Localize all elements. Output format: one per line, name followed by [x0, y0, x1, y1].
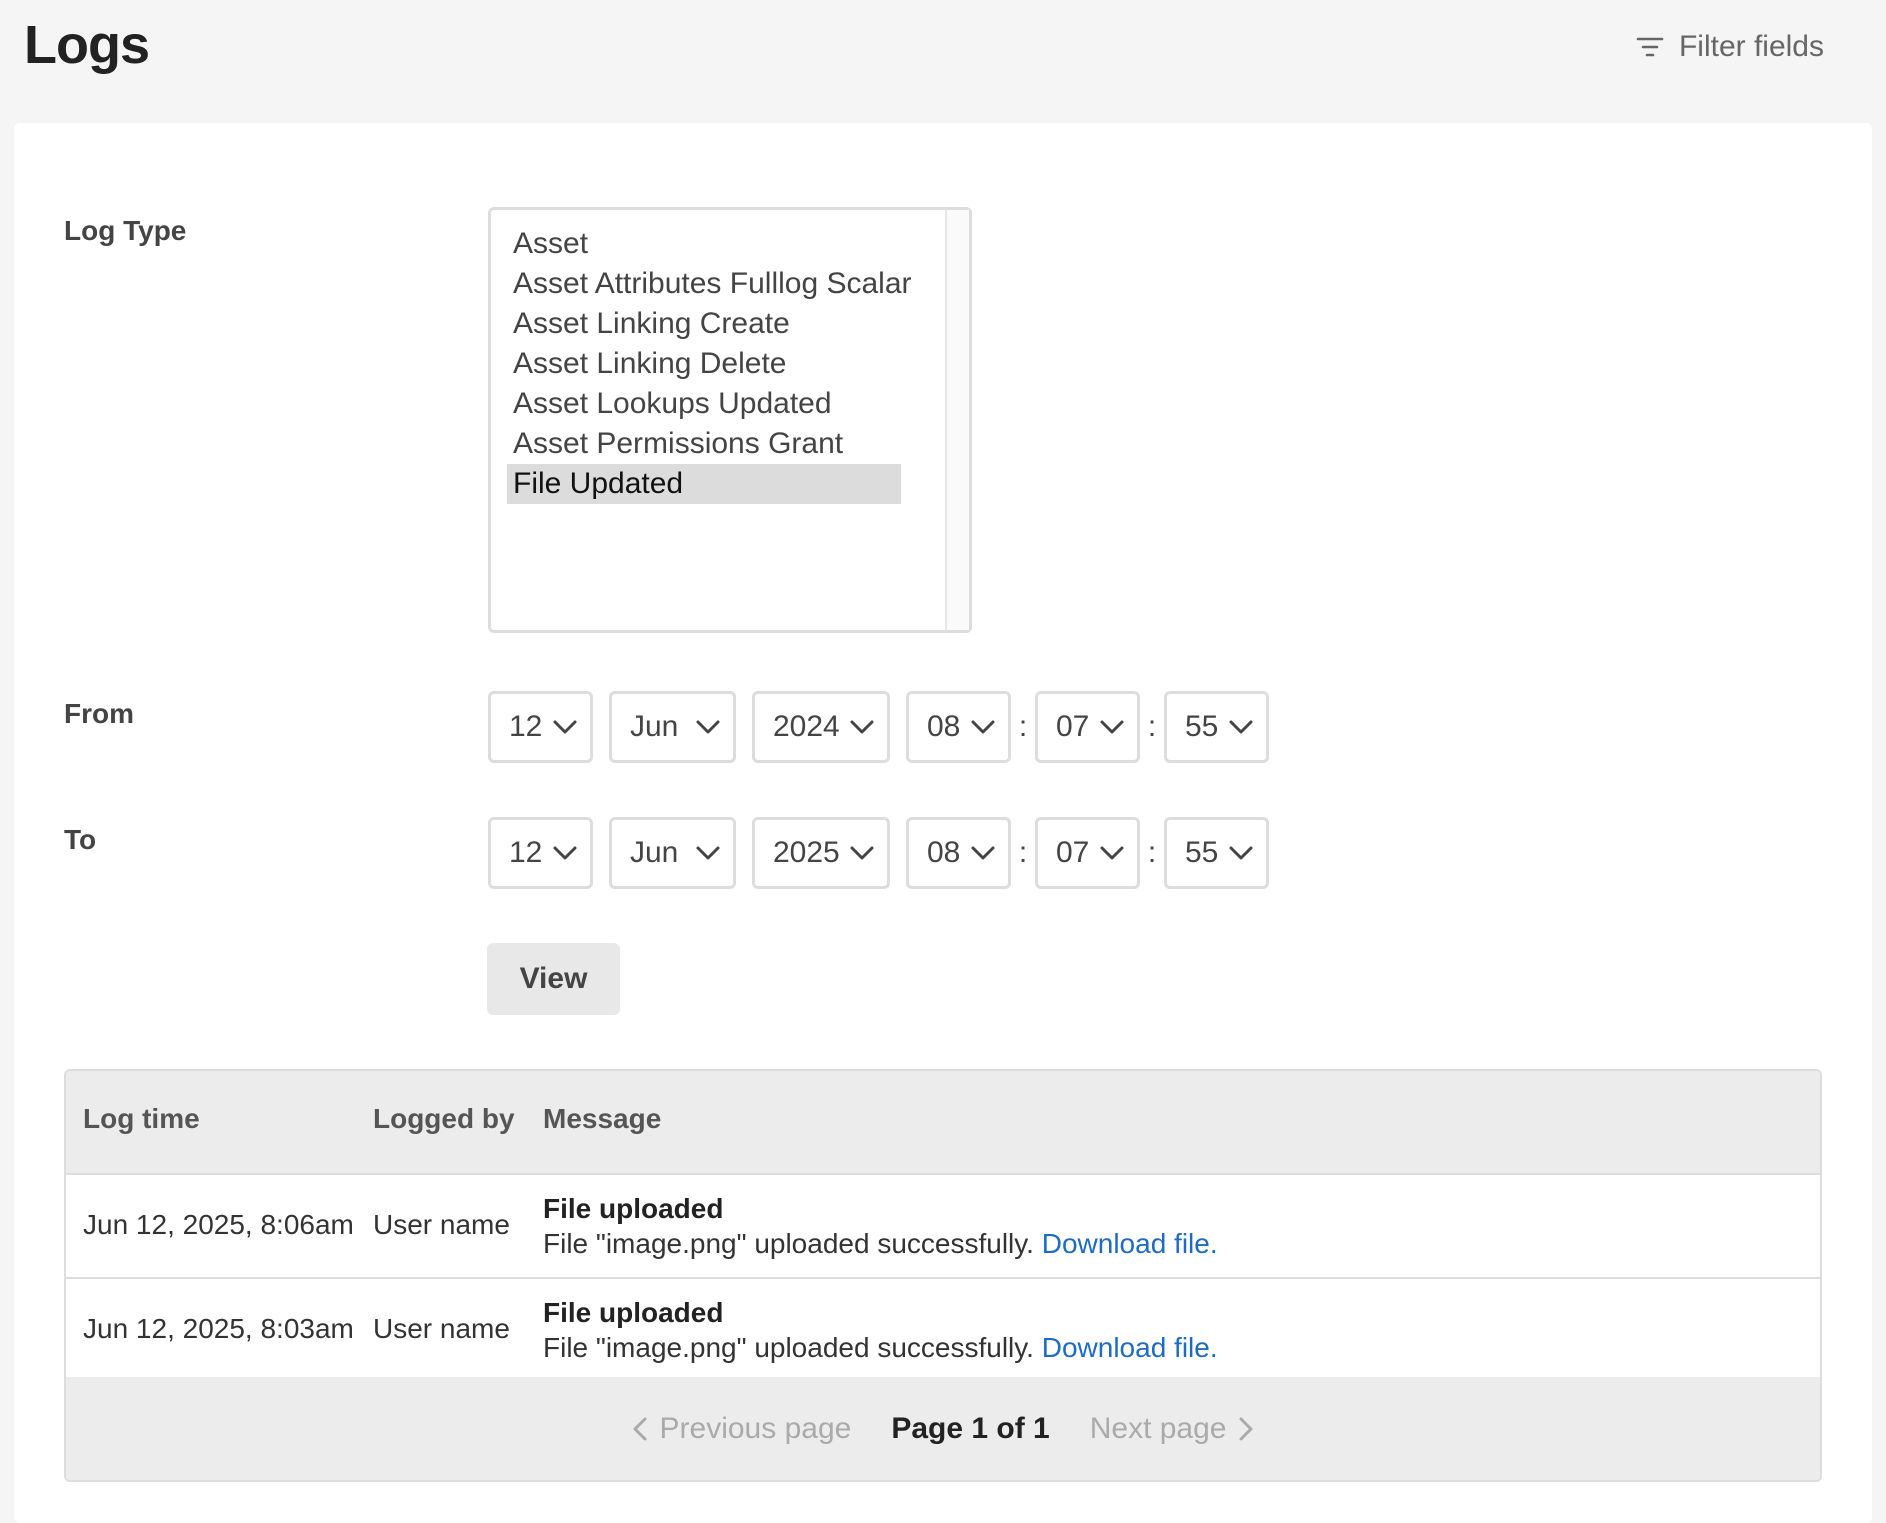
time-separator: :	[1018, 710, 1028, 743]
time-separator: :	[1018, 836, 1028, 869]
chevron-down-icon	[553, 720, 577, 734]
download-file-link[interactable]: Download file.	[1042, 1332, 1218, 1363]
from-month-value: Jun	[630, 710, 679, 743]
filter-fields-button[interactable]: Filter fields	[1635, 30, 1824, 64]
table-header: Log time Logged by Message	[66, 1071, 1820, 1175]
from-year-value: 2024	[773, 710, 840, 743]
from-day-value: 12	[509, 710, 543, 743]
to-year-select[interactable]: 2025	[752, 817, 890, 889]
table-row: Jun 12, 2025, 8:06am User name File uplo…	[66, 1175, 1820, 1279]
chevron-right-icon	[1239, 1417, 1253, 1440]
chevron-down-icon	[1229, 720, 1253, 734]
to-minute-value: 07	[1056, 836, 1090, 869]
download-file-link[interactable]: Download file.	[1042, 1228, 1218, 1259]
to-hour-value: 08	[927, 836, 961, 869]
log-type-option[interactable]: Asset Attributes Fulllog Scalar	[507, 264, 912, 304]
to-month-value: Jun	[630, 836, 679, 869]
chevron-down-icon	[696, 720, 720, 734]
log-type-option[interactable]: File Updated	[507, 464, 901, 504]
chevron-down-icon	[696, 846, 720, 860]
log-type-option[interactable]: Asset	[507, 224, 901, 264]
column-header-logged-by: Logged by	[373, 1103, 515, 1134]
from-datetime: 12 Jun 2024 08 : 07 : 55	[488, 691, 1269, 763]
log-type-option[interactable]: Asset Permissions Grant	[507, 424, 901, 464]
log-type-option[interactable]: Asset Linking Delete	[507, 344, 901, 384]
to-second-select[interactable]: 55	[1164, 817, 1269, 889]
column-header-log-time: Log time	[83, 1103, 200, 1134]
from-hour-value: 08	[927, 710, 961, 743]
from-second-select[interactable]: 55	[1164, 691, 1269, 763]
page-title: Logs	[24, 15, 150, 75]
previous-page-label: Previous page	[659, 1411, 852, 1445]
chevron-down-icon	[971, 846, 995, 860]
next-page-label: Next page	[1089, 1411, 1227, 1445]
message-cell: File uploaded File "image.png" uploaded …	[543, 1191, 1218, 1261]
table-row: Jun 12, 2025, 8:03am User name File uplo…	[66, 1279, 1820, 1383]
chevron-down-icon	[1100, 720, 1124, 734]
message-text: File "image.png" uploaded successfully.	[543, 1228, 1034, 1259]
log-type-label: Log Type	[64, 215, 187, 246]
message-text: File "image.png" uploaded successfully.	[543, 1332, 1034, 1363]
filter-fields-label: Filter fields	[1678, 30, 1824, 63]
to-label: To	[64, 824, 97, 855]
from-hour-select[interactable]: 08	[906, 691, 1011, 763]
column-header-message: Message	[543, 1103, 662, 1134]
page-indicator: Page 1 of 1	[891, 1411, 1050, 1445]
to-datetime: 12 Jun 2025 08 : 07 : 55	[488, 817, 1269, 889]
to-month-select[interactable]: Jun	[609, 817, 736, 889]
message-cell: File uploaded File "image.png" uploaded …	[543, 1295, 1218, 1365]
view-button[interactable]: View	[487, 943, 620, 1015]
from-day-select[interactable]: 12	[488, 691, 593, 763]
listbox-scrollbar[interactable]	[945, 210, 969, 630]
logs-table: Log time Logged by Message Jun 12, 2025,…	[64, 1069, 1822, 1482]
message-title: File uploaded	[543, 1193, 724, 1224]
from-second-value: 55	[1185, 710, 1219, 743]
log-time-cell: Jun 12, 2025, 8:06am	[83, 1209, 354, 1240]
to-hour-select[interactable]: 08	[906, 817, 1011, 889]
chevron-down-icon	[1229, 846, 1253, 860]
to-minute-select[interactable]: 07	[1035, 817, 1140, 889]
from-minute-select[interactable]: 07	[1035, 691, 1140, 763]
pagination: Previous page Page 1 of 1 Next page	[66, 1377, 1820, 1480]
chevron-down-icon	[553, 846, 577, 860]
from-minute-value: 07	[1056, 710, 1090, 743]
from-month-select[interactable]: Jun	[609, 691, 736, 763]
log-type-listbox[interactable]: Asset Asset Attributes Fulllog Scalar Asse…	[488, 207, 972, 633]
log-time-cell: Jun 12, 2025, 8:03am	[83, 1313, 354, 1344]
logged-by-cell: User name	[373, 1209, 510, 1240]
message-body: File "image.png" uploaded successfully. …	[543, 1330, 1218, 1365]
chevron-down-icon	[971, 720, 995, 734]
log-type-option[interactable]: Asset Lookups Updated	[507, 384, 901, 424]
chevron-down-icon	[1100, 846, 1124, 860]
time-separator: :	[1147, 836, 1157, 869]
next-page-button[interactable]: Next page	[1090, 1412, 1255, 1446]
from-label: From	[64, 698, 134, 729]
chevron-down-icon	[850, 846, 874, 860]
previous-page-button[interactable]: Previous page	[632, 1411, 852, 1446]
to-second-value: 55	[1185, 836, 1219, 869]
log-type-options: Asset Asset Attributes Fulllog Scalar Asse…	[507, 224, 912, 504]
log-type-option[interactable]: Asset Linking Create	[507, 304, 901, 344]
to-year-value: 2025	[773, 836, 840, 869]
logged-by-cell: User name	[373, 1313, 510, 1344]
chevron-down-icon	[850, 720, 874, 734]
filter-icon	[1636, 37, 1664, 57]
to-day-value: 12	[509, 836, 543, 869]
message-body: File "image.png" uploaded successfully. …	[543, 1226, 1218, 1261]
time-separator: :	[1147, 710, 1157, 743]
message-title: File uploaded	[543, 1297, 724, 1328]
chevron-left-icon	[633, 1417, 647, 1440]
to-day-select[interactable]: 12	[488, 817, 593, 889]
from-year-select[interactable]: 2024	[752, 691, 890, 763]
